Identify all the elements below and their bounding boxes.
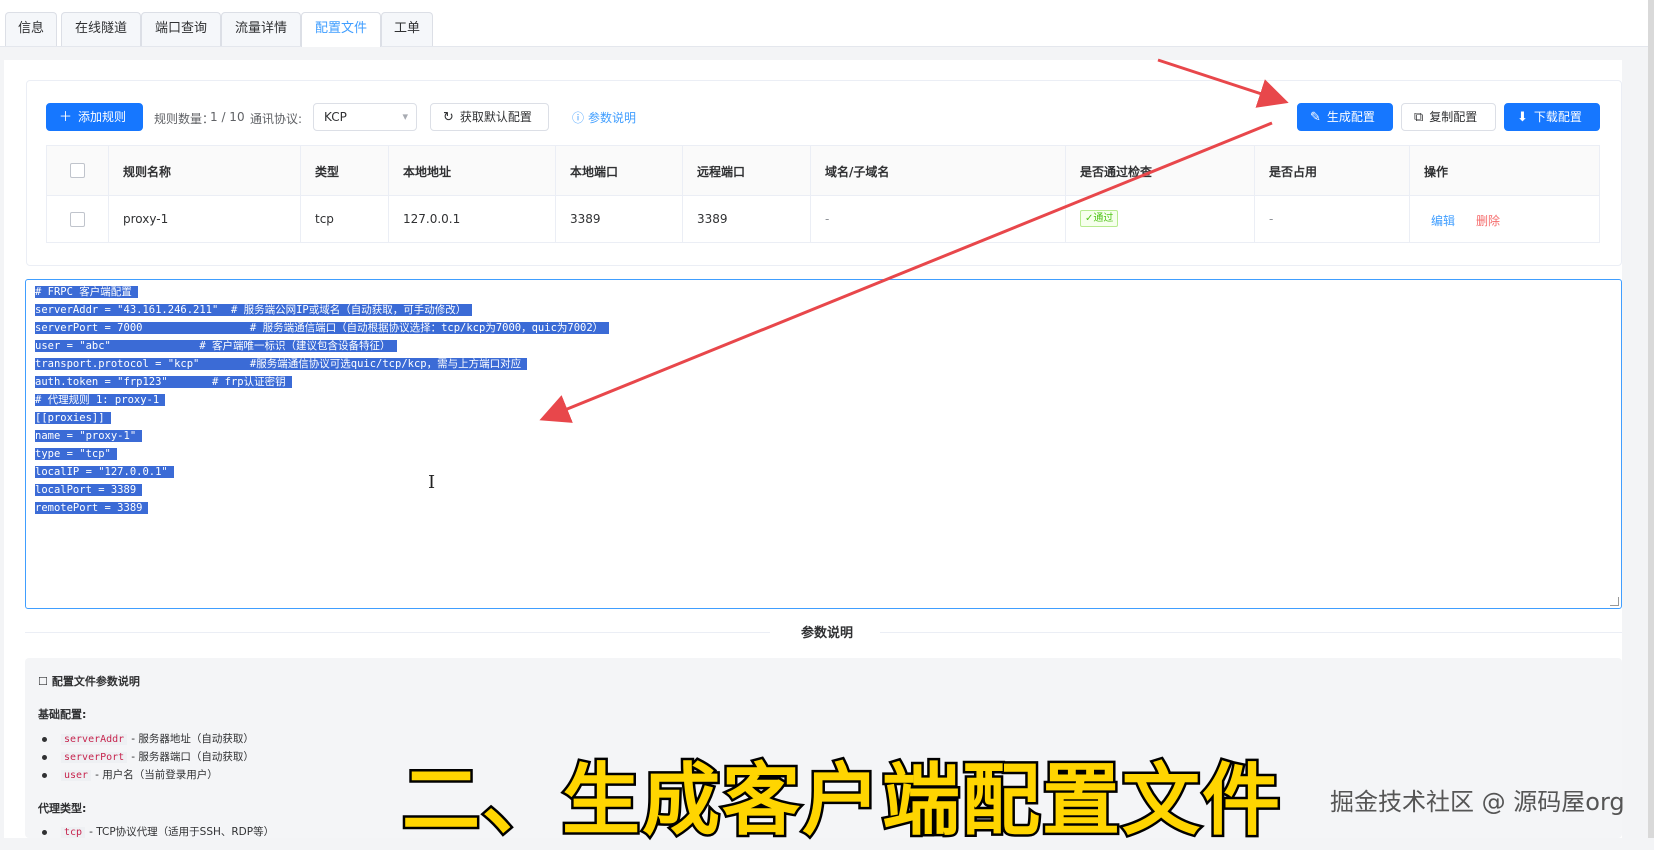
doc-title: ☐ 配置文件参数说明 (38, 673, 140, 689)
arrow-to-generate (1157, 58, 1289, 108)
basic-config-heading: 基础配置: (38, 708, 87, 721)
doc-title-text: 配置文件参数说明 (51, 675, 140, 688)
params-section-title: 参数说明 (800, 626, 853, 641)
arrow-to-config (539, 121, 1273, 423)
list-item: serverAddr - 服务器地址（自动获取） (42, 731, 254, 746)
list-item: user - 用户名（当前登录用户） (42, 767, 218, 782)
list-item: tcp - TCP协议代理（适用于SSH、RDP等） (42, 824, 274, 839)
proxy-type-heading: 代理类型: (38, 802, 87, 815)
list-item: serverPort - 服务器端口（自动获取） (42, 749, 254, 764)
video-caption: 二、生成客户端配置文件 (399, 754, 1283, 849)
document-icon: ☐ (38, 675, 48, 688)
watermark: 掘金技术社区 @ 源码屋org (1330, 788, 1625, 816)
